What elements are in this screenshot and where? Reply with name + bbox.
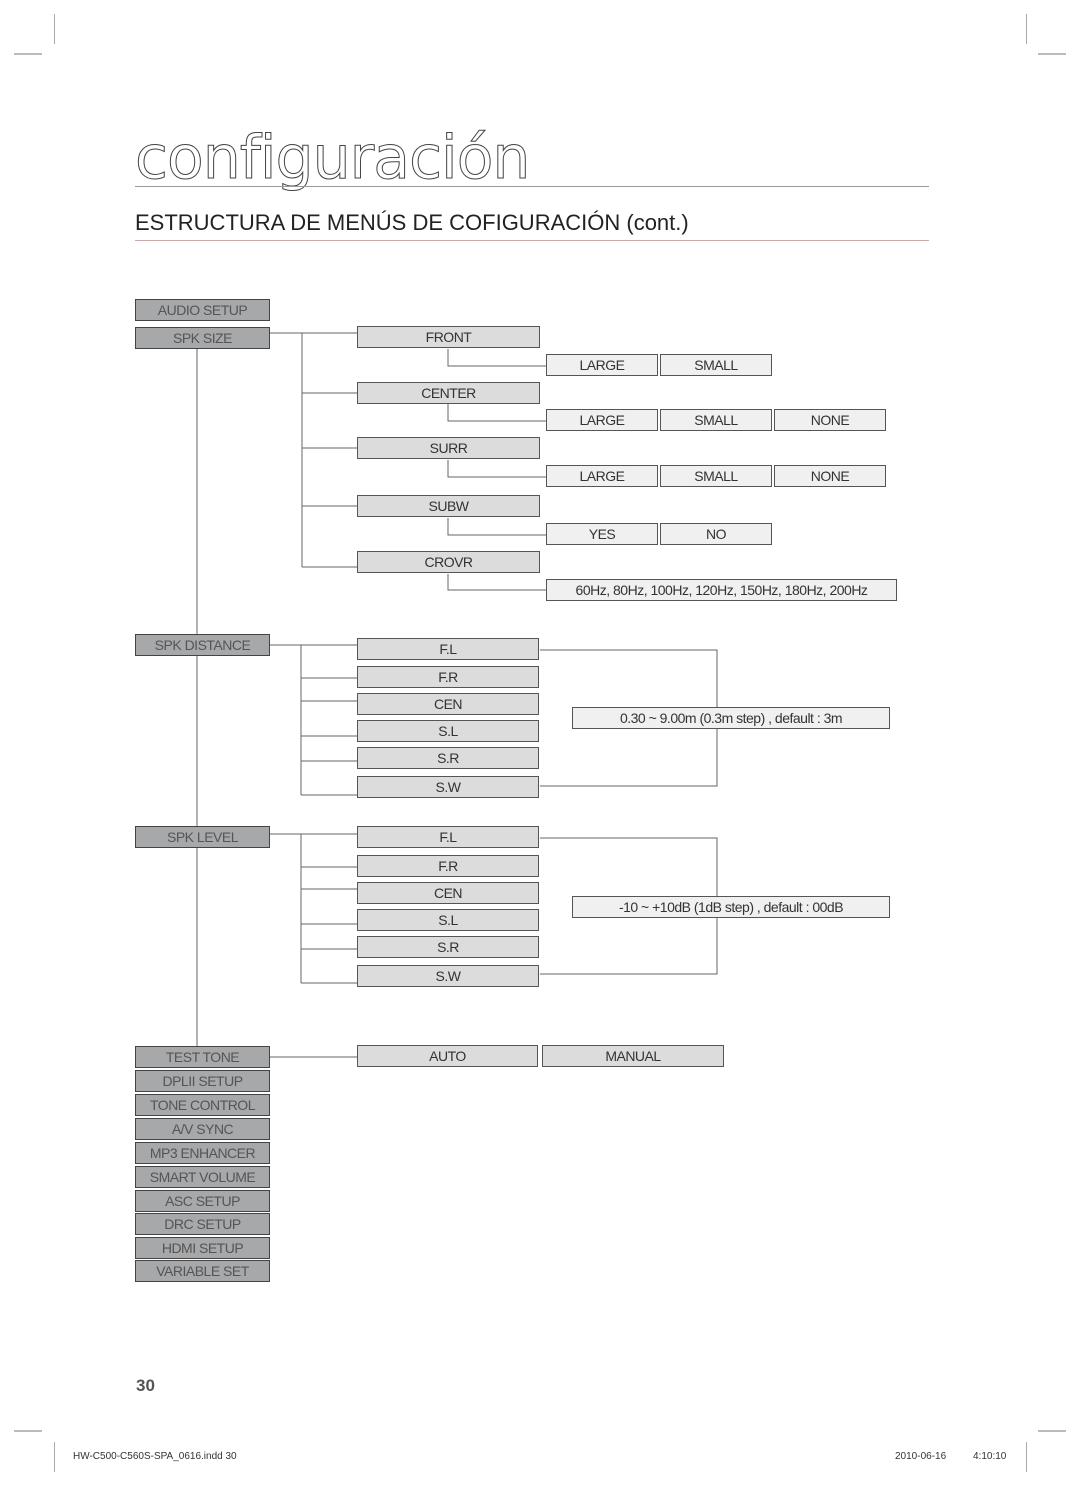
distance-range: 0.30 ~ 9.00m (0.3m step) , default : 3m — [572, 707, 890, 729]
option-box: SMALL — [660, 465, 772, 487]
spk-size-surr: SURR — [357, 437, 540, 459]
menu-other-item: VARIABLE SET — [135, 1260, 270, 1282]
test-tone-auto: AUTO — [357, 1045, 538, 1067]
spk-level-item: F.R — [357, 855, 539, 877]
option-box: NONE — [774, 465, 886, 487]
test-tone-manual: MANUAL — [542, 1045, 724, 1067]
option-box: YES — [546, 523, 658, 545]
menu-test-tone: TEST TONE — [135, 1046, 270, 1068]
spk-level-item: CEN — [357, 882, 539, 904]
menu-audio-setup: AUDIO SETUP — [135, 299, 270, 321]
menu-other-item: DRC SETUP — [135, 1213, 270, 1235]
menu-other-item: A/V SYNC — [135, 1118, 270, 1140]
spk-size-front: FRONT — [357, 326, 540, 348]
spk-distance-item: F.R — [357, 666, 539, 688]
file-info: HW-C500-C560S-SPA_0616.indd 30 — [73, 1451, 237, 1462]
page-number: 30 — [136, 1376, 155, 1395]
spk-level-item: S.W — [357, 965, 539, 987]
menu-other-item: HDMI SETUP — [135, 1237, 270, 1259]
menu-other-item: SMART VOLUME — [135, 1166, 270, 1188]
menu-spk-level: SPK LEVEL — [135, 826, 270, 848]
option-box: SMALL — [660, 354, 772, 376]
option-box: SMALL — [660, 409, 772, 431]
spk-size-center: CENTER — [357, 382, 540, 404]
level-range: -10 ~ +10dB (1dB step) , default : 00dB — [572, 896, 890, 918]
spk-distance-item: S.L — [357, 720, 539, 742]
crossover-options: 60Hz, 80Hz, 100Hz, 120Hz, 150Hz, 180Hz, … — [546, 579, 897, 601]
option-box: LARGE — [546, 409, 658, 431]
menu-spk-distance: SPK DISTANCE — [135, 634, 270, 656]
option-box: NONE — [774, 409, 886, 431]
option-box: LARGE — [546, 354, 658, 376]
menu-other-item: MP3 ENHANCER — [135, 1142, 270, 1164]
menu-spk-size: SPK SIZE — [135, 327, 270, 349]
print-time: 4:10:10 — [973, 1451, 1007, 1462]
spk-level-item: S.R — [357, 936, 539, 958]
spk-size-subw: SUBW — [357, 495, 540, 517]
spk-distance-item: S.W — [357, 776, 539, 798]
spk-level-item: F.L — [357, 826, 539, 848]
print-date: 2010-06-16 — [895, 1451, 947, 1462]
spk-distance-item: S.R — [357, 747, 539, 769]
spk-distance-item: F.L — [357, 638, 539, 660]
spk-size-crovr: CROVR — [357, 551, 540, 573]
menu-other-item: DPLII SETUP — [135, 1070, 270, 1092]
spk-level-item: S.L — [357, 909, 539, 931]
option-box: LARGE — [546, 465, 658, 487]
menu-other-item: ASC SETUP — [135, 1190, 270, 1212]
spk-distance-item: CEN — [357, 693, 539, 715]
option-box: NO — [660, 523, 772, 545]
menu-other-item: TONE CONTROL — [135, 1094, 270, 1116]
